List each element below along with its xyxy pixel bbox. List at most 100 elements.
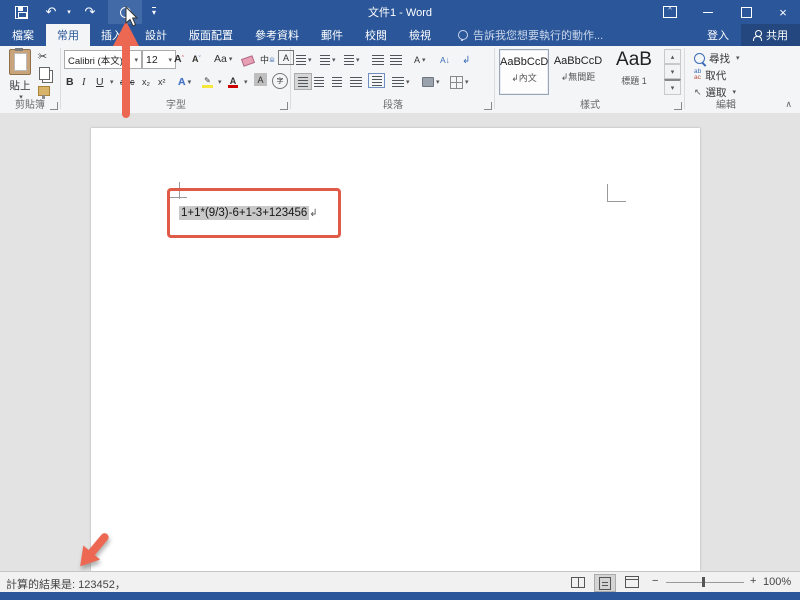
- increase-indent-button[interactable]: [390, 51, 402, 69]
- text-highlight-button[interactable]: ✎: [202, 73, 213, 91]
- minimize-button[interactable]: [693, 0, 723, 24]
- maximize-button[interactable]: [731, 0, 761, 24]
- zoom-percentage[interactable]: 100%: [763, 576, 791, 588]
- style-card-heading1[interactable]: AaB 標題 1: [607, 49, 661, 93]
- tab-review[interactable]: 校閱: [354, 24, 398, 46]
- multilevel-list-button[interactable]: ▾: [344, 51, 360, 69]
- decrease-indent-icon: [372, 55, 384, 65]
- read-mode-button[interactable]: [568, 574, 588, 590]
- numbering-button[interactable]: ▾: [320, 51, 336, 69]
- borders-icon: [450, 76, 463, 89]
- superscript-button[interactable]: x²: [158, 73, 166, 91]
- justify-icon: [350, 77, 362, 87]
- subscript-button[interactable]: x₂: [142, 73, 150, 91]
- enclose-characters-button[interactable]: 字: [272, 73, 288, 89]
- zoom-slider-track[interactable]: [666, 582, 744, 583]
- styles-scroll-up-button[interactable]: ▴: [664, 49, 681, 64]
- style-card-normal[interactable]: AaBbCcD ↲內文: [499, 49, 549, 95]
- character-shading-button[interactable]: A: [254, 73, 267, 86]
- grow-font-button[interactable]: Aˆ: [174, 50, 184, 68]
- font-size-combo[interactable]: 12▾: [142, 50, 176, 69]
- cut-button[interactable]: ✂: [38, 50, 47, 63]
- styles-scroll-down-button[interactable]: ▾: [664, 64, 681, 79]
- align-right-button[interactable]: [332, 73, 342, 91]
- paste-icon: [9, 49, 31, 75]
- zoom-in-button[interactable]: +: [750, 575, 756, 587]
- copy-icon: [39, 67, 50, 80]
- ribbon-display-options-button[interactable]: ^: [655, 0, 685, 24]
- close-button[interactable]: ×: [768, 0, 798, 24]
- shrink-font-button[interactable]: Aˇ: [192, 50, 201, 68]
- copy-button[interactable]: [39, 67, 50, 83]
- paste-button[interactable]: 貼上 ▾: [6, 49, 34, 101]
- editing-group: 尋找▾ abac 取代 ↖ 選取▾ 編輯: [686, 46, 776, 113]
- font-dialog-launcher[interactable]: [280, 102, 288, 110]
- distributed-button[interactable]: [368, 73, 385, 88]
- styles-scroll: ▴ ▾ ▾: [664, 49, 681, 95]
- tab-design[interactable]: 設計: [134, 24, 178, 46]
- styles-more-button[interactable]: ▾: [664, 79, 681, 95]
- align-center-button[interactable]: [314, 73, 324, 91]
- maximize-icon: [741, 7, 752, 18]
- justify-button[interactable]: [350, 73, 362, 91]
- annotation-arrow-up: [113, 21, 139, 119]
- sort-icon: A↓: [440, 55, 450, 65]
- tell-me-box[interactable]: 告訴我您想要執行的動作...: [458, 24, 603, 46]
- bold-button[interactable]: B: [66, 73, 74, 91]
- sort-button[interactable]: A↓: [440, 51, 450, 69]
- underline-button[interactable]: U: [96, 73, 104, 91]
- line-spacing-button[interactable]: ▾: [392, 73, 410, 91]
- italic-button[interactable]: I: [82, 73, 86, 91]
- distributed-icon: [372, 76, 382, 86]
- change-case-button[interactable]: Aa▾: [214, 50, 232, 68]
- read-mode-icon: [571, 577, 585, 588]
- bullets-button[interactable]: ▾: [296, 51, 312, 69]
- tab-file[interactable]: 檔案: [0, 24, 46, 46]
- paragraph-dialog-launcher[interactable]: [484, 102, 492, 110]
- calculation-result: 計算的結果是: 123452，: [6, 576, 126, 592]
- replace-button[interactable]: abac 取代: [694, 67, 726, 83]
- phonetic-guide-button[interactable]: 中ㄓ: [260, 50, 275, 68]
- align-left-icon: [298, 77, 308, 87]
- sign-in-button[interactable]: 登入: [695, 27, 741, 43]
- paragraph-group-label: 段落: [292, 96, 494, 111]
- replace-icon: abac: [694, 69, 701, 81]
- print-layout-icon: [599, 577, 611, 590]
- asian-layout-button[interactable]: A▾: [414, 51, 426, 69]
- multilevel-list-icon: [344, 55, 354, 65]
- taskbar-strip: [0, 592, 800, 600]
- chevron-down-icon: ▾: [168, 56, 172, 64]
- paint-bucket-icon: [422, 77, 434, 87]
- share-label: 共用: [766, 27, 788, 43]
- text-highlight-dropdown[interactable]: ▾: [216, 73, 222, 91]
- zoom-slider-knob[interactable]: [702, 577, 705, 587]
- font-group: Calibri (本文)▾ 12▾ Aˆ Aˇ Aa▾ 中ㄓ A B I U ▾…: [62, 46, 290, 113]
- shading-button[interactable]: ▾: [422, 73, 440, 91]
- decrease-indent-button[interactable]: [372, 51, 384, 69]
- font-color-button[interactable]: A: [228, 73, 238, 91]
- paragraph-mark-icon: ↲: [462, 55, 470, 66]
- ribbon-display-options-icon: ^: [663, 6, 677, 18]
- share-button[interactable]: 共用: [741, 24, 800, 46]
- clear-formatting-button[interactable]: [242, 52, 254, 70]
- zoom-out-button[interactable]: −: [652, 575, 658, 587]
- collapse-ribbon-button[interactable]: ∧: [785, 99, 792, 110]
- tab-view[interactable]: 檢視: [398, 24, 442, 46]
- clipboard-dialog-launcher[interactable]: [50, 102, 58, 110]
- find-icon: [694, 53, 705, 64]
- tab-layout[interactable]: 版面配置: [178, 24, 244, 46]
- print-layout-button[interactable]: [594, 574, 616, 592]
- text-effects-button[interactable]: A▾: [178, 73, 191, 91]
- tab-home[interactable]: 常用: [46, 24, 90, 46]
- web-layout-button[interactable]: [622, 574, 642, 590]
- font-color-dropdown[interactable]: ▾: [242, 73, 248, 91]
- show-marks-button[interactable]: ↲: [462, 51, 470, 69]
- tab-references[interactable]: 參考資料: [244, 24, 310, 46]
- style-card-no-spacing[interactable]: AaBbCcD ↲無間距: [552, 49, 604, 93]
- web-layout-icon: [625, 576, 639, 588]
- styles-group-label: 樣式: [496, 96, 684, 111]
- align-left-button[interactable]: [294, 73, 312, 90]
- find-button[interactable]: 尋找▾: [694, 50, 740, 66]
- borders-button[interactable]: ▾: [450, 73, 469, 91]
- tab-mailings[interactable]: 郵件: [310, 24, 354, 46]
